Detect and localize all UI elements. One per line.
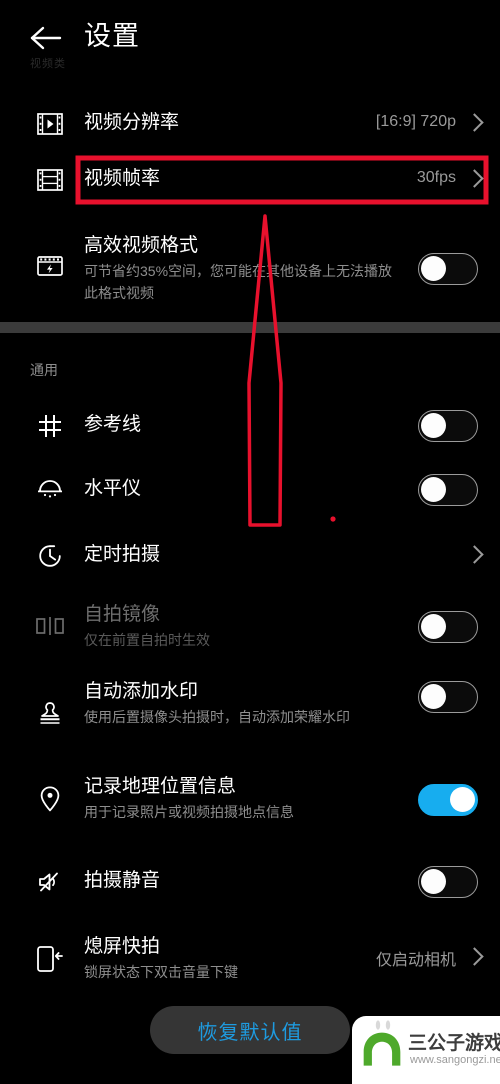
restore-defaults-button[interactable]: 恢复默认值 (150, 1006, 350, 1054)
chevron-right-icon (465, 545, 484, 564)
row-value: 仅启动相机 (375, 952, 456, 969)
toggle-efficient-video-format[interactable] (418, 253, 478, 285)
video-lightning-icon (32, 252, 68, 280)
row-label: 水平仪 (84, 478, 142, 499)
section-divider (0, 322, 500, 333)
row-shutter-mute[interactable]: 拍摄静音 (0, 856, 500, 908)
row-value: [16:9] 720p (375, 113, 456, 130)
annotation-dot (330, 516, 336, 522)
back-arrow-icon[interactable] (26, 18, 66, 58)
row-sublabel: 可节省约35%空间，您可能在其他设备上无法播放此格式视频 (84, 263, 393, 301)
site-watermark: 三公子游戏网 www.sangongzi.net (352, 1016, 500, 1084)
toggle-selfie-mirror[interactable] (418, 611, 478, 643)
mascot-logo-icon (363, 1032, 401, 1066)
phone-arrow-icon (32, 942, 68, 976)
toggle-grid-lines[interactable] (418, 410, 478, 442)
row-label: 自拍镜像 (84, 604, 161, 625)
row-video-resolution[interactable]: 视频分辨率 [16:9] 720p (0, 98, 500, 150)
toggle-level-meter[interactable] (418, 474, 478, 506)
row-geo-location[interactable]: 记录地理位置信息 用于记录照片或视频拍摄地点信息 (0, 766, 500, 836)
row-label: 自动添加水印 (84, 681, 199, 702)
row-value: 30fps (416, 169, 456, 186)
restore-defaults-label: 恢复默认值 (197, 1021, 303, 1044)
row-sublabel: 使用后置摄像头拍摄时，自动添加荣耀水印 (84, 709, 350, 725)
row-quick-snap[interactable]: 熄屏快拍 锁屏状态下双击音量下键 仅启动相机 (0, 926, 500, 996)
watermark-url: www.sangongzi.net (410, 1054, 500, 1066)
row-label: 拍摄静音 (84, 870, 161, 891)
settings-screen: 设置 视频类 视频分辨率 [16:9] 720p 视频帧率 30fps 高效视频… (0, 0, 500, 1084)
chevron-right-icon (465, 169, 484, 188)
faint-section-label: 视频类 (30, 58, 66, 70)
row-label: 记录地理位置信息 (84, 776, 237, 797)
location-pin-icon (32, 784, 68, 814)
row-efficient-video-format[interactable]: 高效视频格式 可节省约35%空间，您可能在其他设备上无法播放此格式视频 (0, 224, 500, 314)
row-label: 高效视频格式 (84, 235, 199, 256)
timer-clock-icon (32, 542, 68, 570)
stamp-icon (32, 698, 68, 728)
row-grid-lines[interactable]: 参考线 (0, 400, 500, 452)
row-selfie-mirror[interactable]: 自拍镜像 仅在前置自拍时生效 (0, 594, 500, 660)
row-label: 定时拍摄 (84, 544, 161, 565)
row-label: 参考线 (84, 414, 142, 435)
row-level-meter[interactable]: 水平仪 (0, 464, 500, 516)
row-label: 熄屏快拍 (84, 936, 161, 957)
chevron-right-icon (465, 113, 484, 132)
row-sublabel: 锁屏状态下双击音量下键 (84, 964, 238, 980)
toggle-shutter-mute[interactable] (418, 866, 478, 898)
mirror-icon (32, 612, 68, 640)
film-strip-icon (32, 166, 68, 194)
row-timer-capture[interactable]: 定时拍摄 (0, 530, 500, 582)
watermark-title: 三公子游戏网 (408, 1033, 500, 1054)
row-auto-watermark[interactable]: 自动添加水印 使用后置摄像头拍摄时，自动添加荣耀水印 (0, 670, 500, 760)
group-title-general: 通用 (30, 362, 58, 378)
row-sublabel: 仅在前置自拍时生效 (84, 632, 210, 648)
app-header: 设置 视频类 (0, 0, 500, 88)
row-video-framerate[interactable]: 视频帧率 30fps (0, 156, 500, 204)
row-label: 视频帧率 (84, 168, 161, 189)
chevron-right-icon (465, 947, 484, 966)
toggle-geo-location[interactable] (418, 784, 478, 816)
film-play-icon (32, 110, 68, 138)
toggle-auto-watermark[interactable] (418, 681, 478, 713)
row-sublabel: 用于记录照片或视频拍摄地点信息 (84, 804, 294, 820)
row-label: 视频分辨率 (84, 112, 180, 133)
mute-speaker-icon (32, 868, 68, 896)
grid-icon (32, 412, 68, 440)
level-dome-icon (32, 476, 68, 504)
page-title: 设置 (84, 21, 140, 51)
